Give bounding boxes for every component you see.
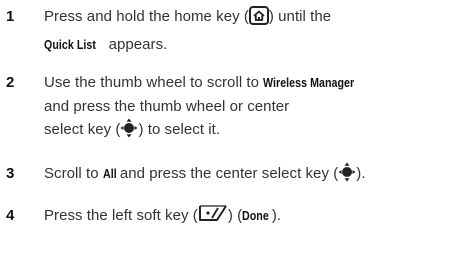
step-text-part: ) until the [268,8,332,25]
step-number: 3 [6,165,15,182]
step-text-part: Press and hold the home key ( [44,8,249,25]
instruction-list: 1 Press and hold the home key ( ) until t… [0,0,464,261]
step-line: and press the thumb wheel or center [44,97,290,115]
step-number: 2 [6,74,15,91]
keyword-done: Done [242,208,269,223]
step-line: Press the left soft key ( ) (Done). [44,204,456,232]
step-line: select key ( ) to select it. [44,118,456,146]
step-1: 1 Press and hold the home key ( ) until t… [6,5,456,56]
step-text-part: ) ( [227,207,243,224]
step-line: Press and hold the home key ( ) until the [44,5,456,33]
keyword-all: All [102,166,117,181]
step-line: Quick List appears. [44,33,456,57]
step-3: 3 Scroll to All and press the center sel… [6,162,456,190]
step-text-part: select key ( [44,121,121,138]
step-text: Press the left soft key ( ) (Done). [44,204,456,232]
step-text-part: appears. [104,35,168,53]
step-text-part: Use the thumb wheel to scroll to [44,74,264,91]
step-text-part: and press the center select key ( [115,165,339,182]
step-number: 4 [6,207,15,224]
left-soft-key-icon [198,204,228,232]
step-text: Scroll to All and press the center selec… [44,162,456,190]
keyword-quick-list: Quick List [44,36,96,52]
center-select-key-icon [120,118,138,146]
step-text: Use the thumb wheel to scroll to Wireles… [44,71,456,146]
step-line: Use the thumb wheel to scroll to Wireles… [44,71,456,95]
home-key-icon [248,6,269,33]
center-select-key-icon [338,162,356,190]
step-number: 1 [6,8,15,25]
step-text-part: Scroll to [44,165,103,182]
step-4: 4 Press the left soft key ( ) (Done). [6,204,456,232]
step-2: 2 Use the thumb wheel to scroll to Wirel… [6,71,456,146]
step-text-part: Press the left soft key ( [44,207,198,224]
step-text: Press and hold the home key ( ) until the… [44,5,456,56]
step-text-part: ). [271,207,282,224]
step-line: Scroll to All and press the center selec… [44,162,456,190]
step-text-part: ). [356,165,366,182]
step-text-part: ) to select it. [138,121,221,138]
keyword-wireless-manager: Wireless Manager [263,75,355,90]
